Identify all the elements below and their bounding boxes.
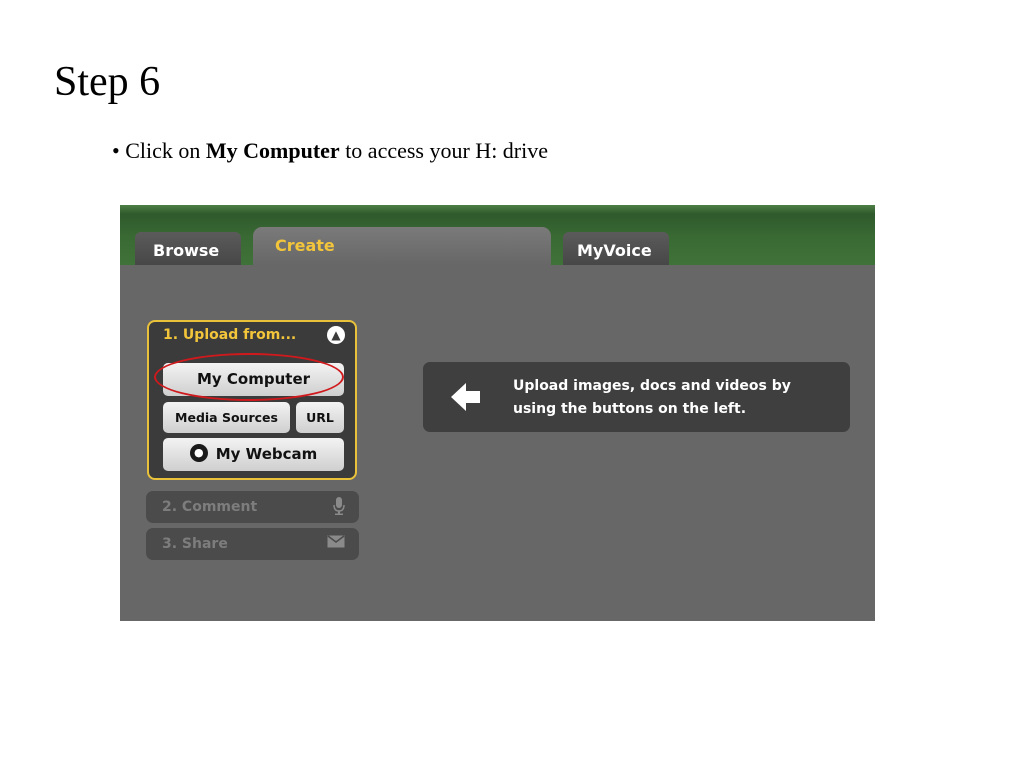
step-comment-label: 2. Comment <box>162 499 258 515</box>
info-text: Upload images, docs and videos by using … <box>513 378 791 417</box>
arrow-left-icon <box>449 380 483 418</box>
my-webcam-label: My Webcam <box>215 445 318 463</box>
upload-panel: 1. Upload from... ▲ My Computer Media So… <box>147 320 357 480</box>
collapse-up-icon[interactable]: ▲ <box>327 326 345 344</box>
tab-browse[interactable]: Browse <box>135 232 241 265</box>
info-box: Upload images, docs and videos by using … <box>423 362 850 432</box>
slide-title: Step 6 <box>54 59 161 105</box>
envelope-icon <box>327 534 345 552</box>
app-screenshot: Browse Create MyVoice 1. Upload from... … <box>120 205 875 621</box>
step-share[interactable]: 3. Share <box>146 528 359 560</box>
tab-create[interactable]: Create <box>253 227 551 265</box>
instruction-bold: My Computer <box>205 138 340 163</box>
media-sources-button[interactable]: Media Sources <box>163 402 290 433</box>
my-computer-button[interactable]: My Computer <box>163 363 344 396</box>
step-comment[interactable]: 2. Comment <box>146 491 359 523</box>
step-share-label: 3. Share <box>162 536 228 552</box>
tab-myvoice[interactable]: MyVoice <box>563 232 669 265</box>
instruction-prefix: • Click on <box>112 138 206 163</box>
instruction-bullet: • Click on My Computer to access your H:… <box>112 138 548 164</box>
upload-panel-title: 1. Upload from... <box>163 327 297 343</box>
webcam-icon: ● <box>189 443 208 462</box>
microphone-icon <box>333 497 345 519</box>
instruction-suffix: to access your H: drive <box>339 138 549 163</box>
url-button[interactable]: URL <box>296 402 344 433</box>
my-webcam-button[interactable]: ● My Webcam <box>163 438 344 471</box>
